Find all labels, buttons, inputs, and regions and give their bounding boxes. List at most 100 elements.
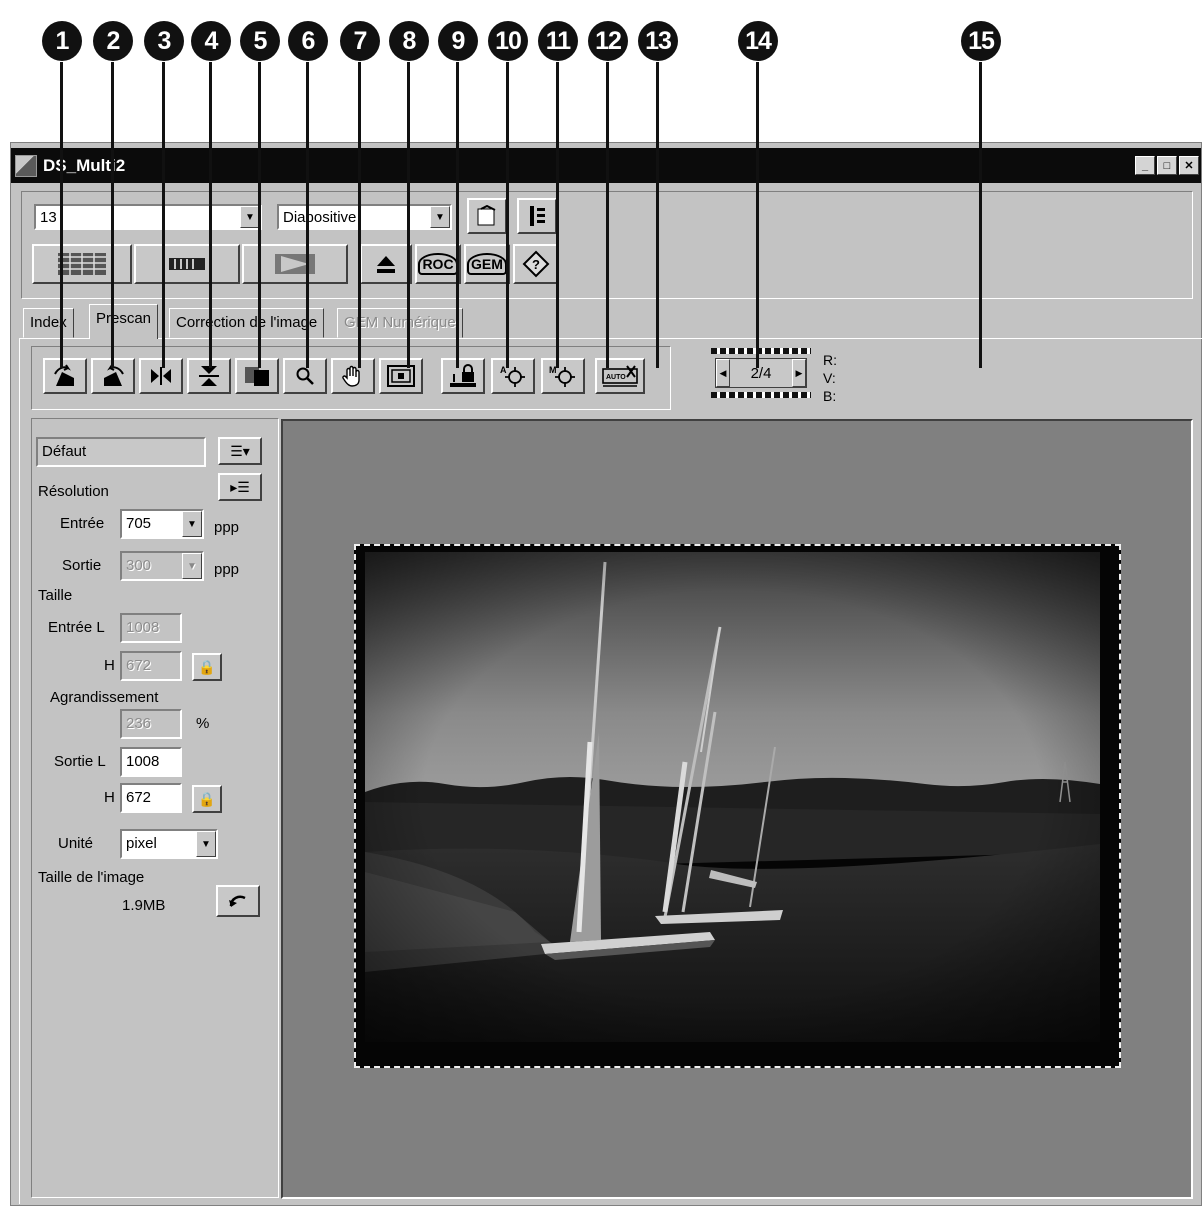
callout-12: 12 <box>588 21 628 61</box>
frame-select-value: 13 <box>40 208 57 226</box>
crop-frame-icon <box>387 365 415 387</box>
tab-prescan[interactable]: Prescan <box>89 304 159 339</box>
auto-focus-button[interactable]: A <box>491 358 535 394</box>
sortie-height-value: 672 <box>126 789 152 806</box>
previous-frame-icon[interactable]: ◀ <box>716 359 730 387</box>
entree-l-label: Entrée L <box>48 619 105 636</box>
agrandissement-label: Agrandissement <box>50 689 159 706</box>
rvb-readout: R: V: B: <box>823 351 837 405</box>
list-dropdown-icon: ☰▾ <box>230 442 250 459</box>
callout-leader-line <box>656 62 659 368</box>
unite-select[interactable]: pixel ▼ <box>120 829 218 859</box>
manual-focus-button[interactable]: M <box>541 358 585 394</box>
callout-label: 2 <box>106 26 121 55</box>
reset-button[interactable] <box>216 885 260 917</box>
sortie-label: Sortie <box>62 557 102 574</box>
entree-width-field[interactable]: 1008 <box>120 613 182 643</box>
entree-height-value: 672 <box>126 657 152 674</box>
taille-label: Taille <box>38 587 73 604</box>
callout-label: 13 <box>645 26 672 55</box>
help-button[interactable]: ? <box>513 244 559 284</box>
callout-9: 9 <box>438 21 478 61</box>
film-strip-bottom <box>711 392 811 398</box>
tab-image-correction[interactable]: Correction de l'image <box>169 308 325 338</box>
auto-focus-icon: A <box>500 365 525 387</box>
lock-ratio-button-disabled[interactable]: 🔒 <box>192 653 222 681</box>
settings-button[interactable] <box>517 198 557 234</box>
scan-play-icon <box>275 254 315 274</box>
zoom-icon <box>296 367 314 385</box>
frame-counter-value: 2/4 <box>750 364 772 382</box>
resolution-apply-button[interactable]: ▸☰ <box>218 473 262 501</box>
callout-leader-line <box>979 62 982 368</box>
list-apply-icon: ▸☰ <box>230 478 250 495</box>
gem-button[interactable]: GEM <box>464 244 510 284</box>
minimize-icon[interactable]: _ <box>1135 156 1155 175</box>
callout-8: 8 <box>389 21 429 61</box>
frame-select[interactable]: 13 ▼ <box>34 204 262 230</box>
sortie-resolution-select[interactable]: 300 ▼ <box>120 551 204 581</box>
sortie-height-field[interactable]: 672 <box>120 783 182 813</box>
crop-frame-button[interactable] <box>379 358 423 394</box>
zoom-button[interactable] <box>283 358 327 394</box>
callout-label: 9 <box>451 26 466 55</box>
tab-index[interactable]: Index <box>23 308 74 338</box>
auto-exposure-button[interactable]: AUTO <box>595 358 645 394</box>
auto-crop-lock-button[interactable] <box>441 358 485 394</box>
gem-icon: GEM <box>467 253 507 275</box>
negative-positive-button[interactable] <box>235 358 279 394</box>
preferences-button[interactable] <box>467 198 507 234</box>
tab-correction-label: Correction de l'image <box>176 314 318 331</box>
callout-label: 6 <box>301 26 316 55</box>
frame-counter: ◀ 2/4 ▶ <box>711 348 811 400</box>
h-label-1: H <box>104 657 115 674</box>
preferences-icon <box>477 205 496 226</box>
callout-5: 5 <box>240 21 280 61</box>
callout-label: 5 <box>253 26 268 55</box>
crop-selection[interactable] <box>354 544 1121 1068</box>
unite-value: pixel <box>126 835 157 852</box>
entree-height-field[interactable]: 672 <box>120 651 182 681</box>
chevron-down-icon[interactable]: ▼ <box>240 206 260 228</box>
rotate-left-button[interactable] <box>43 358 87 394</box>
agrandissement-field[interactable]: 236 <box>120 709 182 739</box>
callout-6: 6 <box>288 21 328 61</box>
entree-resolution-select[interactable]: 705 ▼ <box>120 509 204 539</box>
chevron-down-icon[interactable]: ▼ <box>430 206 450 228</box>
callout-leader-line <box>506 62 509 368</box>
callout-leader-line <box>358 62 361 368</box>
next-frame-icon[interactable]: ▶ <box>791 359 806 387</box>
taille-image-label: Taille de l'image <box>38 869 145 886</box>
maximize-icon[interactable]: □ <box>1157 156 1177 175</box>
agrandissement-value: 236 <box>126 715 152 732</box>
media-select[interactable]: Diapositive ▼ <box>277 204 452 230</box>
eject-button[interactable] <box>360 244 412 284</box>
preset-menu-button[interactable]: ☰▾ <box>218 437 262 465</box>
chevron-down-icon[interactable]: ▼ <box>182 511 202 537</box>
rvb-v: V: <box>823 370 836 386</box>
sortie-l-label: Sortie L <box>54 753 106 770</box>
auto-crop-icon <box>450 364 476 387</box>
h-label-2: H <box>104 789 115 806</box>
film-strip-top <box>711 348 811 354</box>
flip-horizontal-button[interactable] <box>139 358 183 394</box>
chevron-down-icon[interactable]: ▼ <box>182 553 202 579</box>
taille-image-value: 1.9MB <box>122 897 166 914</box>
svg-text:AUTO: AUTO <box>606 374 626 381</box>
percent-label: % <box>196 715 210 732</box>
index-scan-button[interactable] <box>32 244 132 284</box>
callout-label: 4 <box>204 26 219 55</box>
hand-pan-button[interactable] <box>331 358 375 394</box>
preset-field[interactable]: Défaut <box>36 437 206 467</box>
callout-label: 3 <box>157 26 172 55</box>
tab-gem-numerique[interactable]: GEM Numérique <box>337 308 463 338</box>
prescan-button[interactable] <box>134 244 240 284</box>
chevron-down-icon[interactable]: ▼ <box>196 831 216 857</box>
sortie-width-field[interactable]: 1008 <box>120 747 182 777</box>
callout-label: 14 <box>745 26 772 55</box>
callout-14: 14 <box>738 21 778 61</box>
roc-button[interactable]: ROC <box>415 244 461 284</box>
callout-label: 12 <box>595 26 622 55</box>
lock-ratio-button[interactable]: 🔒 <box>192 785 222 813</box>
close-icon[interactable]: ✕ <box>1179 156 1199 175</box>
